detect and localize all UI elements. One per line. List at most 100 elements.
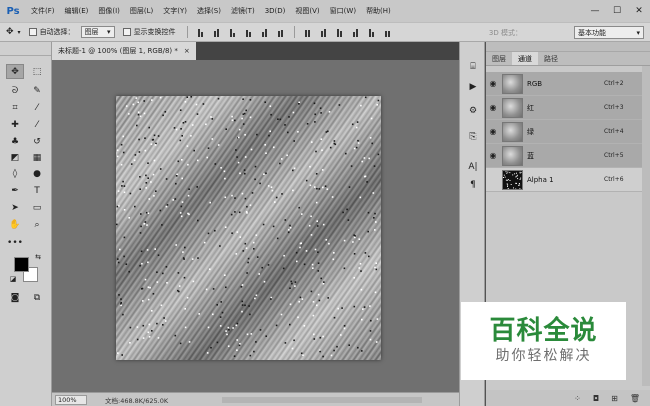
rectangle-tool-icon[interactable]: ▭ — [28, 200, 46, 215]
save-selection-icon[interactable]: ◘ — [593, 394, 599, 403]
gradient-tool-icon[interactable]: ▦ — [28, 150, 46, 165]
distribute-vcenter-icon[interactable] — [319, 27, 329, 37]
panel-grip[interactable] — [0, 42, 51, 56]
crop-tool-icon[interactable]: ⌗ — [6, 100, 24, 115]
pen-tool-icon[interactable]: ✒ — [6, 183, 24, 198]
menu-help[interactable]: 帮助(H) — [361, 0, 396, 22]
ps-logo: Ps — [6, 5, 20, 17]
channel-row-rgb[interactable]: ◉ RGB Ctrl+2 — [486, 72, 642, 96]
type-tool-icon[interactable]: T — [28, 183, 46, 198]
tab-channels[interactable]: 通道 — [512, 52, 538, 65]
watermark-title: 百科全说 — [489, 316, 598, 346]
zoom-level-field[interactable]: 100% — [55, 394, 87, 405]
align-top-icon[interactable] — [196, 27, 206, 37]
load-selection-icon[interactable]: ⁘ — [574, 394, 581, 403]
document-tab-bar: 未标题-1 @ 100% (图层 1, RGB/8) * × — [52, 42, 459, 60]
quick-mask-icon[interactable]: ◙ — [6, 290, 24, 305]
maximize-button[interactable]: ☐ — [606, 0, 628, 22]
auto-select-checkbox[interactable] — [28, 28, 37, 36]
blur-tool-icon[interactable]: ◊ — [6, 166, 24, 181]
clone-source-icon[interactable]: ⎘ — [465, 130, 481, 144]
history-brush-icon[interactable]: ↺ — [28, 134, 46, 149]
quick-select-tool-icon[interactable]: ✎ — [28, 83, 46, 98]
watermark-subtitle: 助你轻松解决 — [495, 348, 592, 364]
align-left-icon[interactable] — [244, 27, 254, 37]
zoom-tool-icon[interactable]: ⌕ — [28, 217, 46, 232]
clone-stamp-icon[interactable]: ♣ — [6, 134, 24, 149]
close-button[interactable]: ✕ — [628, 0, 650, 22]
distribute-hcenter-icon[interactable] — [367, 27, 377, 37]
document-size-info[interactable]: 文档:468.8K/625.0K — [105, 395, 168, 405]
default-colors-icon[interactable]: ◪ — [8, 274, 18, 284]
path-select-icon[interactable]: ➤ — [6, 200, 24, 215]
swap-colors-icon[interactable]: ⇆ — [33, 252, 43, 262]
screen-mode-icon[interactable]: ⧉ — [28, 290, 46, 305]
show-transform-checkbox[interactable] — [122, 28, 131, 36]
chevron-down-icon: ▾ — [107, 28, 111, 36]
eye-icon[interactable]: ◉ — [486, 127, 500, 136]
align-hcenter-icon[interactable] — [260, 27, 270, 37]
channel-row-green[interactable]: ◉ 绿 Ctrl+4 — [486, 120, 642, 144]
brush-tool-icon[interactable]: ⁄ — [28, 117, 46, 132]
properties-panel-icon[interactable]: ⚙ — [465, 104, 481, 118]
divider — [293, 26, 295, 38]
foreground-color-swatch[interactable] — [14, 257, 29, 272]
tab-layers[interactable]: 图层 — [486, 52, 512, 65]
menu-select[interactable]: 选择(S) — [192, 0, 226, 22]
eye-icon[interactable]: ◉ — [486, 151, 500, 160]
menu-layer[interactable]: 图层(L) — [125, 0, 158, 22]
menu-file[interactable]: 文件(F) — [26, 0, 60, 22]
eye-icon[interactable]: ◉ — [486, 79, 500, 88]
channel-thumbnail — [502, 145, 523, 166]
more-tools-icon[interactable]: ••• — [6, 235, 24, 250]
paragraph-panel-icon[interactable]: ¶ — [465, 178, 481, 192]
channel-row-alpha[interactable]: Alpha 1 Ctrl+6 — [486, 168, 642, 192]
lasso-tool-icon[interactable]: ᘐ — [6, 83, 24, 98]
document-tab[interactable]: 未标题-1 @ 100% (图层 1, RGB/8) * × — [52, 42, 196, 60]
close-tab-icon[interactable]: × — [184, 42, 190, 60]
dodge-tool-icon[interactable]: ● — [28, 166, 46, 181]
auto-select-dropdown[interactable]: 图层 ▾ — [80, 26, 115, 38]
menu-type[interactable]: 文字(Y) — [158, 0, 192, 22]
panel-header[interactable] — [486, 42, 650, 52]
distribute-bottom-icon[interactable] — [335, 27, 345, 37]
menu-image[interactable]: 图像(I) — [93, 0, 125, 22]
menu-window[interactable]: 窗口(W) — [325, 0, 361, 22]
hand-tool-icon[interactable]: ✋ — [6, 217, 24, 232]
eye-icon[interactable]: ◉ — [486, 103, 500, 112]
align-right-icon[interactable] — [276, 27, 286, 37]
channel-row-blue[interactable]: ◉ 蓝 Ctrl+5 — [486, 144, 642, 168]
menu-view[interactable]: 视图(V) — [290, 0, 324, 22]
distribute-right-icon[interactable] — [383, 27, 393, 37]
history-panel-icon[interactable]: ⌸ — [465, 60, 481, 74]
character-panel-icon[interactable]: A| — [465, 160, 481, 174]
marquee-tool-icon[interactable]: ⬚ — [28, 64, 46, 79]
new-channel-icon[interactable]: ⊞ — [611, 394, 618, 403]
tools-panel-footer — [0, 394, 52, 406]
status-bar: 100% 文档:468.8K/625.0K — [52, 392, 459, 406]
menu-edit[interactable]: 编辑(E) — [60, 0, 94, 22]
minimize-button[interactable]: — — [584, 0, 606, 22]
distribute-top-icon[interactable] — [303, 27, 313, 37]
horizontal-scrollbar[interactable] — [222, 397, 422, 403]
distribute-left-icon[interactable] — [351, 27, 361, 37]
move-tool-preset-icon[interactable]: ✥ — [6, 27, 14, 37]
delete-channel-icon[interactable]: 🗑 — [630, 394, 640, 403]
align-bottom-icon[interactable] — [228, 27, 238, 37]
healing-brush-icon[interactable]: ✚ — [6, 117, 24, 132]
preset-chevron-icon[interactable]: ▾ — [18, 29, 21, 36]
actions-panel-icon[interactable]: ▶ — [465, 80, 481, 94]
tab-paths[interactable]: 路径 — [538, 52, 564, 65]
move-tool-icon[interactable]: ✥ — [6, 64, 24, 79]
channel-row-red[interactable]: ◉ 红 Ctrl+3 — [486, 96, 642, 120]
align-vcenter-icon[interactable] — [212, 27, 222, 37]
panel-scrollbar[interactable] — [642, 66, 650, 386]
canvas-workspace[interactable] — [52, 60, 459, 392]
eraser-tool-icon[interactable]: ◩ — [6, 150, 24, 165]
document-canvas[interactable] — [116, 96, 381, 360]
workspace-dropdown[interactable]: 基本功能 ▾ — [574, 26, 644, 39]
menu-3d[interactable]: 3D(D) — [260, 0, 291, 22]
menu-filter[interactable]: 滤镜(T) — [226, 0, 260, 22]
panel-tabs: 图层 通道 路径 — [486, 52, 650, 66]
eyedropper-tool-icon[interactable]: ⁄ — [28, 100, 46, 115]
